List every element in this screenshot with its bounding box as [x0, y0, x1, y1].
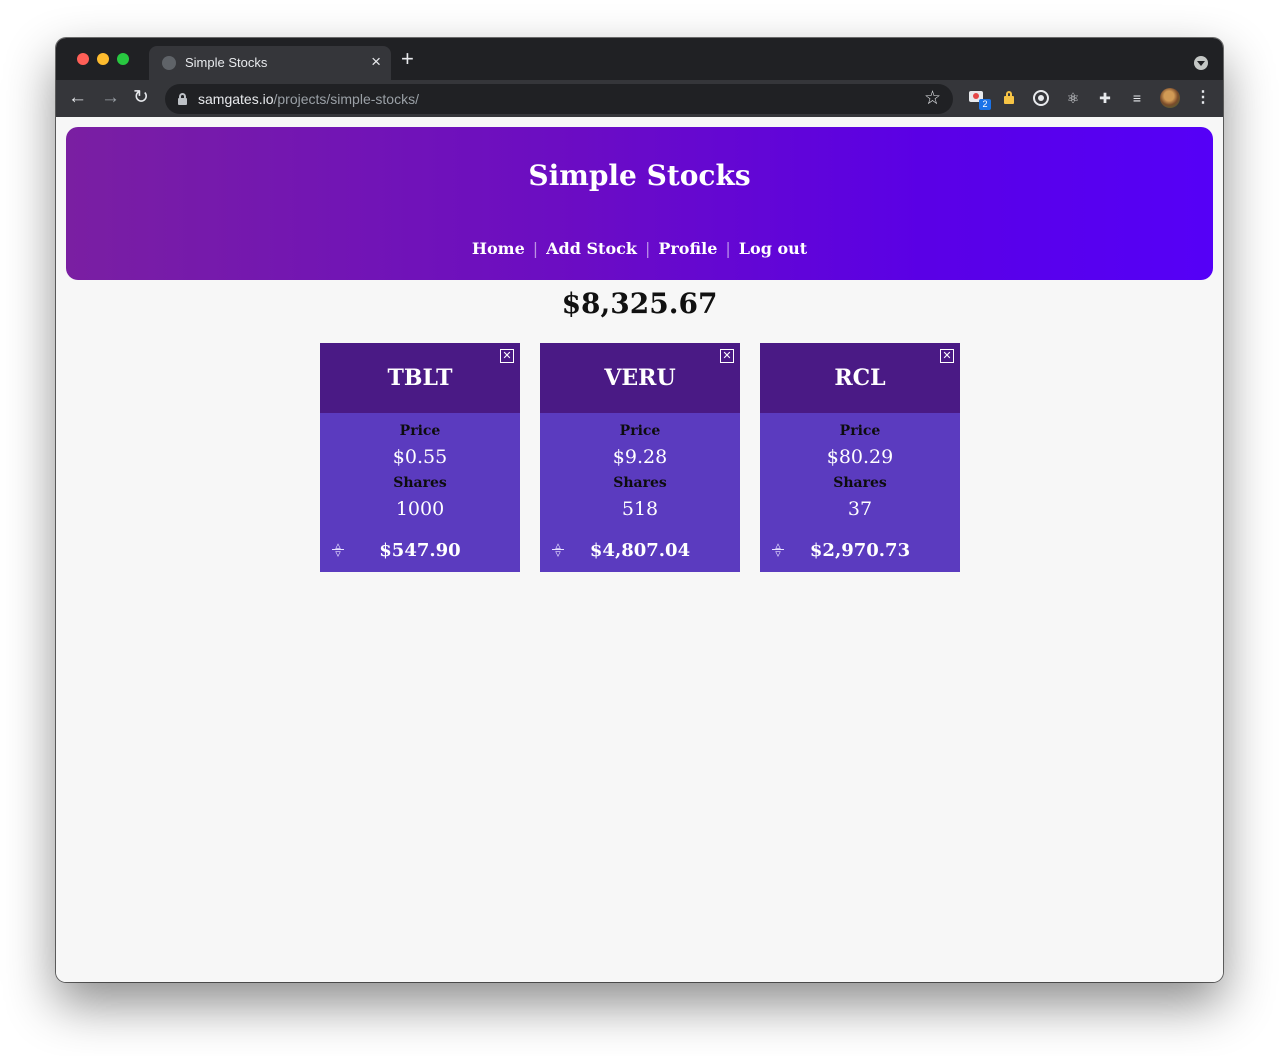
price-label: Price	[839, 423, 881, 439]
browser-window: Simple Stocks × + ← → ↻ samgates.io/proj…	[56, 38, 1223, 982]
target-extension-icon[interactable]	[1032, 89, 1050, 107]
stock-symbol: VERU	[604, 365, 676, 391]
react-devtools-icon[interactable]: ⚛	[1064, 89, 1082, 107]
stock-card-footer: ▵ ▿ $547.90	[320, 539, 520, 563]
stock-shares: 518	[621, 498, 659, 520]
remove-stock-icon[interactable]: ✕	[500, 349, 514, 363]
stock-card: TBLT ✕ Price $0.55 Shares 1000 ▵ ▿ $547.9…	[320, 343, 520, 572]
active-tab[interactable]: Simple Stocks ×	[149, 46, 391, 80]
stock-card-header: VERU ✕	[540, 343, 740, 413]
stock-shares: 37	[847, 498, 873, 520]
price-label: Price	[399, 423, 441, 439]
shares-label: Shares	[613, 475, 667, 491]
stock-card-footer: ▵ ▿ $2,970.73	[760, 539, 960, 563]
stock-price: $0.55	[392, 446, 448, 468]
profile-avatar[interactable]	[1160, 88, 1180, 108]
bookmark-star-icon[interactable]: ☆	[924, 87, 941, 110]
media-queue-icon[interactable]: ≡	[1128, 89, 1146, 107]
shares-label: Shares	[833, 475, 887, 491]
stock-total-value: $547.90	[379, 540, 461, 561]
tab-bar: Simple Stocks × +	[56, 38, 1223, 80]
stock-total-value: $2,970.73	[809, 540, 911, 561]
stock-card: RCL ✕ Price $80.29 Shares 37 ▵ ▿ $2,970.7…	[760, 343, 960, 572]
nav-home-link[interactable]: Home	[464, 239, 533, 258]
back-arrow-icon[interactable]: ←	[68, 86, 87, 110]
stock-card-header: TBLT ✕	[320, 343, 520, 413]
stock-price: $80.29	[826, 446, 894, 468]
nav-add-stock-link[interactable]: Add Stock	[538, 239, 645, 258]
stock-symbol: TBLT	[387, 365, 453, 391]
close-window-button[interactable]	[77, 53, 89, 65]
header-banner: Simple Stocks Home | Add Stock | Profile…	[66, 127, 1213, 280]
stock-shares: 1000	[395, 498, 445, 520]
more-menu-icon[interactable]: ⋮	[1195, 88, 1211, 108]
globe-icon	[162, 56, 176, 70]
stock-card-footer: ▵ ▿ $4,807.04	[540, 539, 740, 563]
browser-toolbar: ← → ↻ samgates.io/projects/simple-stocks…	[56, 80, 1223, 117]
extensions-puzzle-icon[interactable]: ✚	[1096, 89, 1114, 107]
portfolio-total: $8,325.67	[561, 287, 718, 320]
minimize-window-button[interactable]	[97, 53, 109, 65]
stock-card-list: TBLT ✕ Price $0.55 Shares 1000 ▵ ▿ $547.9…	[320, 343, 960, 572]
stock-total-value: $4,807.04	[589, 540, 691, 561]
shares-label: Shares	[393, 475, 447, 491]
address-bar[interactable]: samgates.io/projects/simple-stocks/ ☆	[165, 84, 953, 114]
site-title: Simple Stocks	[528, 159, 751, 192]
stock-symbol: RCL	[834, 365, 886, 391]
tab-title: Simple Stocks	[185, 55, 268, 70]
stock-card: VERU ✕ Price $9.28 Shares 518 ▵ ▿ $4,807.…	[540, 343, 740, 572]
nav-profile-link[interactable]: Profile	[650, 239, 725, 258]
url-host: samgates.io	[198, 91, 274, 107]
main-nav: Home | Add Stock | Profile | Log out	[66, 239, 1213, 258]
maximize-window-button[interactable]	[117, 53, 129, 65]
remove-stock-icon[interactable]: ✕	[940, 349, 954, 363]
url-text[interactable]: samgates.io/projects/simple-stocks/	[198, 91, 419, 107]
stock-card-header: RCL ✕	[760, 343, 960, 413]
lock-icon[interactable]	[178, 93, 187, 105]
close-tab-icon[interactable]: ×	[371, 52, 381, 72]
stock-card-body: Price $9.28 Shares 518	[540, 421, 740, 525]
tab-search-icon[interactable]	[1194, 56, 1208, 70]
remove-stock-icon[interactable]: ✕	[720, 349, 734, 363]
forward-arrow-icon[interactable]: →	[101, 86, 120, 110]
reload-icon[interactable]: ↻	[133, 86, 149, 110]
stock-price: $9.28	[612, 446, 668, 468]
stock-card-body: Price $80.29 Shares 37	[760, 421, 960, 525]
url-path: /projects/simple-stocks/	[273, 91, 419, 107]
extension-badge-icon[interactable]: 2	[967, 89, 991, 110]
stock-card-body: Price $0.55 Shares 1000	[320, 421, 520, 525]
extension-badge-count: 2	[979, 99, 991, 110]
page-content: Simple Stocks Home | Add Stock | Profile…	[56, 117, 1223, 982]
price-label: Price	[619, 423, 661, 439]
new-tab-button[interactable]: +	[401, 47, 414, 71]
password-lock-icon[interactable]	[1000, 89, 1018, 107]
nav-logout-link[interactable]: Log out	[731, 239, 815, 258]
